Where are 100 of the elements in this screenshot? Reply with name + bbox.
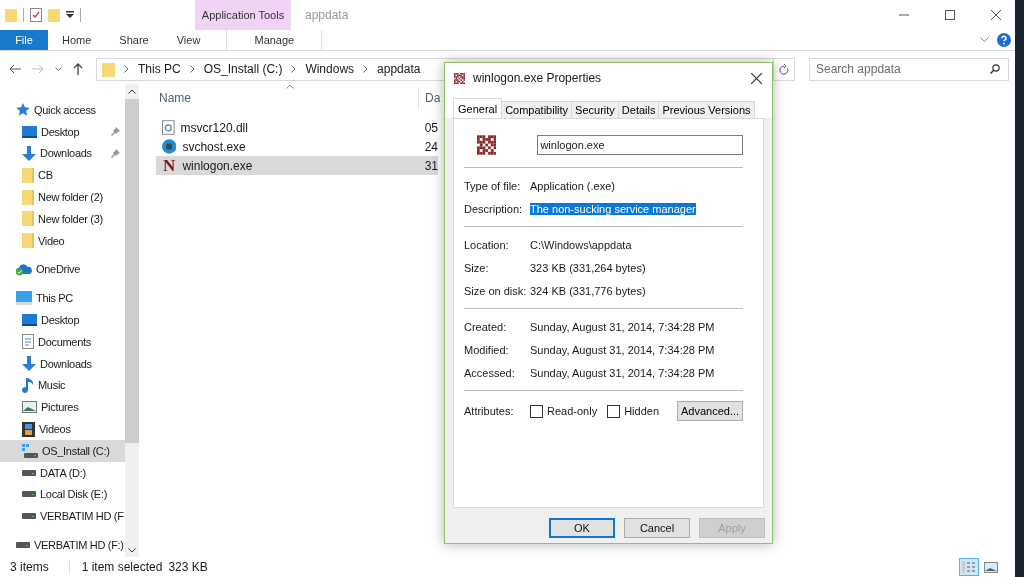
property-value: Sunday, August 31, 2014, 7:34:28 PM xyxy=(530,320,715,333)
sidebar-item[interactable]: Quick access xyxy=(0,99,125,121)
search-field[interactable]: Search appdata xyxy=(809,57,1009,81)
sidebar-item[interactable]: VERBATIM HD (F:) xyxy=(0,534,125,556)
checkbox[interactable] xyxy=(607,404,621,418)
sidebar-item[interactable]: Downloads xyxy=(0,142,125,165)
close-icon[interactable] xyxy=(751,72,762,84)
folder-icon xyxy=(102,61,115,77)
dialog-tab[interactable]: Previous Versions xyxy=(658,101,755,118)
ribbon-tab[interactable]: Manage xyxy=(226,30,323,50)
property-value: Sunday, August 31, 2014, 7:34:28 PM xyxy=(530,343,715,356)
properties-icon[interactable] xyxy=(30,8,42,22)
sidebar-item[interactable]: Desktop xyxy=(0,120,125,143)
sidebar-item[interactable]: Local Disk (E:) xyxy=(0,483,125,506)
file-name-field[interactable]: winlogon.exe xyxy=(537,135,743,155)
file-tab[interactable]: File xyxy=(0,30,48,50)
status-text: 1 item selected xyxy=(81,560,163,574)
file-row[interactable]: svchost.exe 24 xyxy=(156,137,438,156)
desktop-icon xyxy=(22,125,37,138)
sidebar-item[interactable]: Downloads xyxy=(0,352,125,375)
cloud-icon xyxy=(16,262,32,276)
drive-icon xyxy=(16,542,30,549)
sidebar-item[interactable]: Desktop xyxy=(0,309,125,331)
dialog-tab[interactable]: Security xyxy=(571,101,619,118)
pin-icon[interactable] xyxy=(111,127,120,137)
chevron-right-icon[interactable] xyxy=(189,65,195,73)
property-label: Description: xyxy=(464,202,524,215)
scroll-down-icon[interactable] xyxy=(128,548,136,553)
sidebar-item[interactable]: New folder (3) xyxy=(0,208,125,230)
drive-icon xyxy=(22,513,36,520)
sidebar-item[interactable]: Documents xyxy=(0,330,125,353)
sidebar-item[interactable]: Music xyxy=(0,374,125,397)
chevron-right-icon[interactable] xyxy=(124,65,129,73)
chevron-right-icon[interactable] xyxy=(363,65,369,73)
folder-icon xyxy=(22,189,34,205)
desktop-icon xyxy=(22,314,37,327)
dialog-tab[interactable]: Compatibility xyxy=(501,101,573,118)
property-value: 324 KB (331,776 bytes) xyxy=(530,284,646,297)
chevron-right-icon[interactable] xyxy=(291,65,297,73)
dialog-tab[interactable]: Details xyxy=(617,101,660,118)
status-text: 3 items xyxy=(10,560,49,574)
maximize-icon[interactable] xyxy=(945,10,955,20)
dialog-button[interactable]: Cancel xyxy=(624,518,690,538)
sidebar-item[interactable]: OneDrive xyxy=(0,258,125,281)
column-header[interactable]: Da xyxy=(419,88,441,110)
sidebar-item[interactable]: New folder (2) xyxy=(0,186,125,208)
sidebar-item[interactable]: VERBATIM HD (F xyxy=(0,505,125,528)
property-label: Type of file: xyxy=(464,179,522,192)
table-cell: 05 xyxy=(424,120,438,135)
service-icon xyxy=(162,139,177,154)
scrollbar-thumb[interactable] xyxy=(125,99,139,443)
folder-icon xyxy=(22,167,34,183)
sidebar-item[interactable]: Pictures xyxy=(0,396,125,419)
chevron-down-icon[interactable] xyxy=(980,37,989,43)
property-value: The non-sucking service manager xyxy=(530,202,696,215)
file-name: svchost.exe xyxy=(182,139,247,154)
up-arrow-icon[interactable] xyxy=(73,63,83,75)
document-icon xyxy=(22,334,34,350)
sidebar-item[interactable]: Videos xyxy=(0,418,125,440)
sidebar-item[interactable]: OS_Install (C:) xyxy=(0,439,125,462)
property-value: Sunday, August 31, 2014, 7:34:28 PM xyxy=(530,366,715,379)
property-label: Accessed: xyxy=(464,366,516,379)
property-label: Location: xyxy=(464,238,510,251)
film-icon xyxy=(22,421,35,437)
sidebar-item[interactable]: DATA (D:) xyxy=(0,461,125,484)
file-name: msvcr120.dll xyxy=(180,120,249,135)
breadcrumb[interactable]: appdata xyxy=(377,62,421,76)
breadcrumb[interactable]: Windows xyxy=(305,62,355,76)
help-icon[interactable] xyxy=(997,33,1011,47)
sidebar-item[interactable]: This PC xyxy=(0,287,125,310)
dialog-tab[interactable]: General xyxy=(453,98,503,118)
customize-dropdown-icon[interactable] xyxy=(66,11,74,19)
search-icon xyxy=(990,63,1000,74)
back-arrow-icon[interactable] xyxy=(9,64,21,74)
file-name: winlogon.exe xyxy=(182,158,254,173)
dialog-button[interactable]: OK xyxy=(549,518,615,538)
sidebar-item[interactable]: Video xyxy=(0,229,125,252)
ribbon-tab[interactable]: Home xyxy=(48,30,106,50)
scroll-up-icon[interactable] xyxy=(128,89,136,94)
qr-code-icon xyxy=(477,135,497,155)
close-icon[interactable] xyxy=(991,10,1001,20)
file-row[interactable]: msvcr120.dll 05 xyxy=(156,118,438,137)
pin-icon[interactable] xyxy=(111,149,120,158)
breadcrumb[interactable]: OS_Install (C:) xyxy=(203,62,283,76)
breadcrumb[interactable]: This PC xyxy=(138,62,181,76)
drive-icon xyxy=(22,491,36,498)
checkbox[interactable] xyxy=(530,404,543,418)
advanced-button[interactable]: Advanced... xyxy=(677,401,743,421)
gear-document-icon xyxy=(162,120,175,135)
property-value: C:\Windows\appdata xyxy=(530,238,632,251)
sidebar-item[interactable]: CB xyxy=(0,164,125,187)
star-icon xyxy=(16,103,30,117)
chevron-down-icon[interactable] xyxy=(55,66,62,72)
refresh-button[interactable] xyxy=(773,57,795,81)
file-row[interactable]: N winlogon.exe 31 xyxy=(156,156,438,175)
ribbon-tab[interactable]: Share xyxy=(105,30,163,50)
ribbon-tab[interactable]: View xyxy=(162,30,215,50)
column-header[interactable]: Name xyxy=(156,88,419,110)
property-label: Created: xyxy=(464,320,508,333)
refresh-icon xyxy=(779,63,789,75)
